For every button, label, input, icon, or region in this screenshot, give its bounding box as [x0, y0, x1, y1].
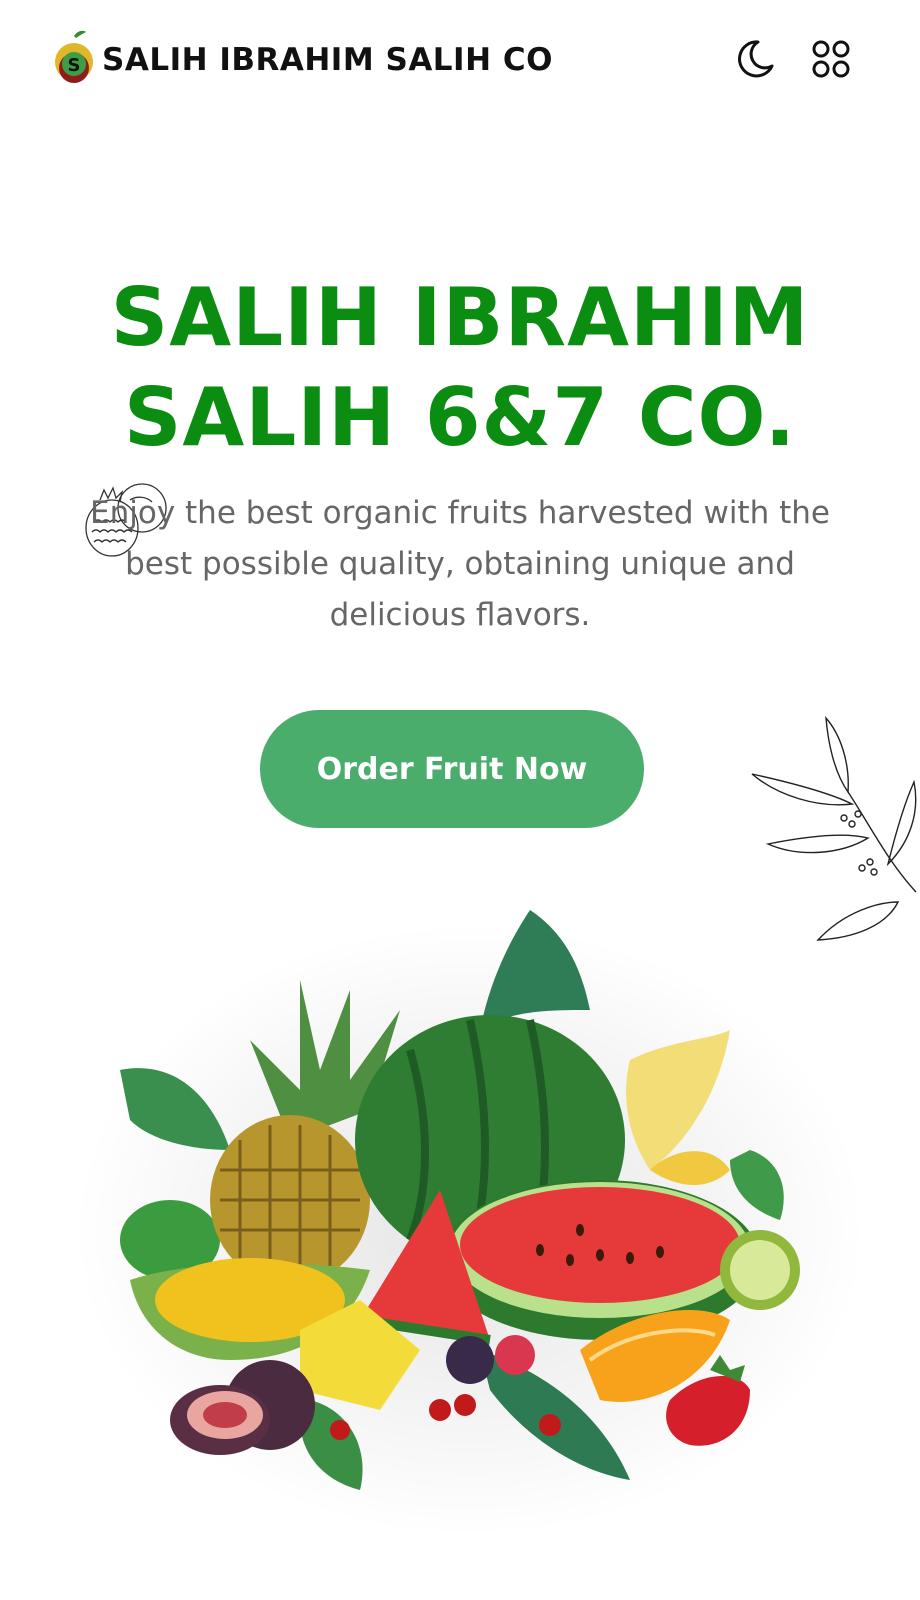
hero-title-line-1: SALIH IBRAHIM — [110, 271, 810, 364]
hero-description: Enjoy the best organic fruits harvested … — [90, 495, 830, 633]
moon-icon[interactable] — [734, 38, 776, 80]
order-fruit-button[interactable]: Order Fruit Now — [260, 710, 644, 828]
logo-letter: S — [68, 55, 81, 76]
fruit-arrangement-illustration — [120, 910, 800, 1490]
apps-grid-icon[interactable] — [810, 38, 852, 80]
brand-name[interactable]: SALIH IBRAHIM SALIH CO — [102, 42, 553, 78]
logo-icon[interactable]: S — [52, 28, 96, 90]
site-header: S SALIH IBRAHIM SALIH CO — [0, 0, 920, 130]
hero-title-line-2: SALIH 6&7 CO. — [123, 371, 797, 464]
hero-title: SALIH IBRAHIM SALIH 6&7 CO. — [0, 268, 920, 468]
